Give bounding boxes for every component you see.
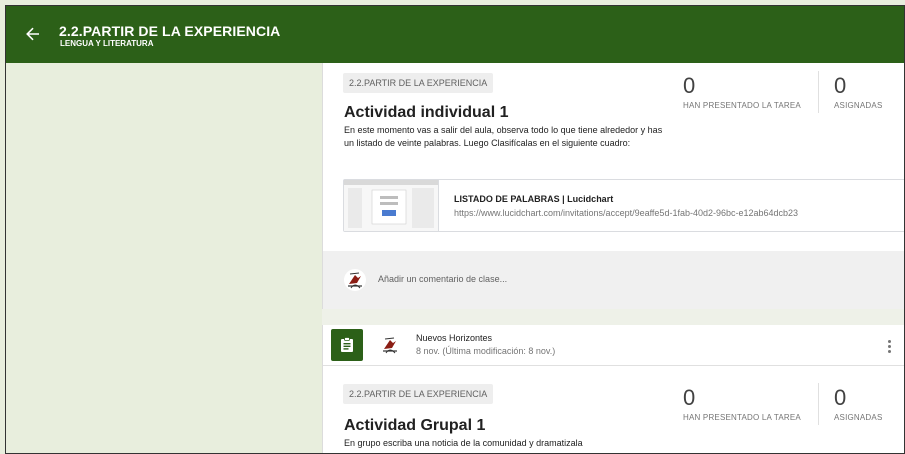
assigned-count: 0 [834,73,847,98]
stat-divider [818,71,819,113]
left-pane [6,63,322,453]
attachment-thumbnail [344,180,439,231]
link-attachment[interactable]: LISTADO DE PALABRAS | Lucidchart https:/… [343,179,904,232]
comment-input[interactable]: Añadir un comentario de clase... [378,274,507,284]
classroom-window: 2.2.PARTIR DE LA EXPERIENCIA LENGUA Y LI… [5,5,905,454]
class-comment-box[interactable]: Añadir un comentario de clase... [322,251,904,309]
assigned-stat[interactable]: 0 ASIGNADAS [834,73,883,111]
assignment-description: En este momento vas a salir del aula, ob… [344,125,663,148]
turned-in-stat[interactable]: 0 HAN PRESENTADO LA TAREA [683,385,801,423]
avatar [379,334,401,356]
assigned-stat[interactable]: 0 ASIGNADAS [834,385,883,423]
assignment-icon [341,337,353,352]
stat-divider [818,383,819,425]
page-title: 2.2.PARTIR DE LA EXPERIENCIA [59,23,281,39]
assignment-card[interactable]: 2.2.PARTIR DE LA EXPERIENCIA Actividad i… [322,63,904,251]
page-subtitle: LENGUA Y LITERATURA [60,39,154,48]
attachment-url[interactable]: https://www.lucidchart.com/invitations/a… [454,208,798,218]
more-vert-icon[interactable] [883,337,895,355]
stream-content: 2.2.PARTIR DE LA EXPERIENCIA Actividad i… [322,63,904,453]
top-app-bar: 2.2.PARTIR DE LA EXPERIENCIA LENGUA Y LI… [6,6,904,63]
topic-chip[interactable]: 2.2.PARTIR DE LA EXPERIENCIA [343,384,494,404]
post-header: Nuevos Horizontes 8 nov. (Última modific… [323,325,904,366]
assigned-label: ASIGNADAS [834,101,883,110]
avatar [344,269,366,291]
turned-in-count: 0 [683,73,696,98]
post-date: 8 nov. (Última modificación: 8 nov.) [416,346,556,356]
turned-in-label: HAN PRESENTADO LA TAREA [683,101,801,110]
assigned-label: ASIGNADAS [834,413,883,422]
assigned-count: 0 [834,385,847,410]
turned-in-count: 0 [683,385,696,410]
assignment-title[interactable]: Actividad individual 1 [344,104,508,122]
topic-chip[interactable]: 2.2.PARTIR DE LA EXPERIENCIA [343,73,494,93]
assignment-title[interactable]: Actividad Grupal 1 [344,417,485,435]
assignment-description: En grupo escriba una noticia de la comun… [344,438,583,448]
arrow-left-icon [26,27,39,41]
author-name: Nuevos Horizontes [416,333,493,343]
turned-in-label: HAN PRESENTADO LA TAREA [683,413,801,422]
attachment-title[interactable]: LISTADO DE PALABRAS | Lucidchart [454,194,613,204]
assignment-card[interactable]: Nuevos Horizontes 8 nov. (Última modific… [322,325,904,453]
assignment-icon-badge [331,329,363,361]
turned-in-stat[interactable]: 0 HAN PRESENTADO LA TAREA [683,73,801,111]
back-button[interactable] [20,21,46,47]
